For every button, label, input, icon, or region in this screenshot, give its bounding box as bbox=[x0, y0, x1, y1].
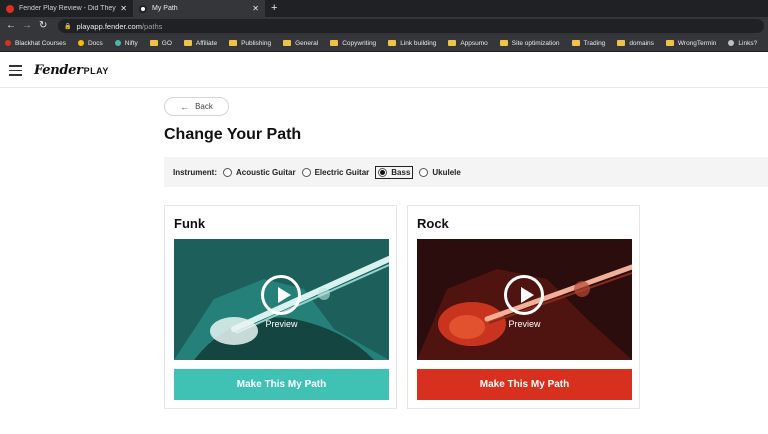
bookmark-item[interactable]: Docs bbox=[77, 40, 103, 47]
instrument-selector: Instrument: Acoustic Guitar Electric Gui… bbox=[164, 157, 768, 187]
radio-button-icon bbox=[419, 167, 429, 177]
browser-tab-fender-review[interactable]: Fender Play Review - Did They Fi ✕ bbox=[0, 0, 133, 17]
lock-icon: 🔒 bbox=[64, 23, 72, 30]
back-button[interactable]: ← Back bbox=[164, 97, 229, 116]
bookmark-item[interactable]: Blackhat Courses bbox=[5, 40, 66, 47]
back-arrow-icon[interactable]: ← bbox=[6, 19, 16, 33]
card-title: Funk bbox=[174, 216, 206, 231]
preview-label: Preview bbox=[265, 319, 298, 329]
forward-arrow-icon[interactable]: → bbox=[22, 19, 32, 33]
bookmark-folder[interactable]: Link building bbox=[388, 40, 436, 47]
make-this-my-path-button-funk[interactable]: Make This My Path bbox=[174, 369, 389, 400]
folder-icon bbox=[283, 40, 292, 46]
bookmark-folder[interactable]: Appsumo bbox=[448, 40, 488, 47]
fender-play-logo[interactable]: FenderPLAY bbox=[34, 63, 109, 78]
tab-title: Fender Play Review - Did They Fi bbox=[19, 5, 117, 12]
bookmark-folder[interactable]: Publishing bbox=[229, 40, 271, 47]
bookmark-folder[interactable]: domains bbox=[617, 40, 654, 47]
folder-icon bbox=[499, 40, 508, 46]
bookmark-item[interactable]: Nifty bbox=[114, 40, 138, 47]
radio-electric-guitar[interactable]: Electric Guitar bbox=[301, 167, 369, 177]
folder-icon bbox=[149, 40, 158, 46]
instrument-label: Instrument: bbox=[173, 167, 217, 177]
radio-acoustic-guitar[interactable]: Acoustic Guitar bbox=[223, 167, 296, 177]
radio-button-icon bbox=[223, 167, 232, 177]
close-tab-icon[interactable]: ✕ bbox=[120, 4, 127, 13]
rock-preview-video[interactable]: Preview bbox=[417, 239, 632, 360]
new-tab-button[interactable]: + bbox=[271, 1, 277, 15]
bookmarks-bar: Blackhat Courses Docs Nifty GO Affiliate… bbox=[0, 35, 768, 52]
folder-icon bbox=[571, 40, 580, 46]
bookmark-folder[interactable]: Trading bbox=[571, 40, 605, 47]
reload-icon[interactable]: ↻ bbox=[39, 19, 47, 33]
bookmark-favicon-icon bbox=[5, 40, 11, 46]
path-card-funk: Funk Preview Make This My Path bbox=[164, 205, 397, 409]
hamburger-menu-icon[interactable] bbox=[9, 65, 22, 76]
radio-button-checked-icon bbox=[378, 167, 388, 177]
preview-label: Preview bbox=[508, 319, 541, 329]
play-icon[interactable] bbox=[504, 275, 544, 315]
bookmark-favicon-icon bbox=[114, 40, 121, 46]
arrow-left-icon: ← bbox=[180, 101, 190, 112]
tab-title: My Path bbox=[152, 5, 178, 12]
radio-bass[interactable]: Bass bbox=[375, 165, 414, 179]
radio-button-icon bbox=[301, 167, 311, 177]
url-host: playapp.fender.com bbox=[76, 21, 142, 31]
bookmark-folder[interactable]: General bbox=[283, 40, 318, 47]
folder-icon bbox=[229, 40, 238, 46]
play-icon[interactable] bbox=[261, 275, 301, 315]
url-path: /paths bbox=[141, 21, 163, 31]
bookmark-folder[interactable]: WrongTermin bbox=[665, 40, 716, 47]
make-this-my-path-button-rock[interactable]: Make This My Path bbox=[417, 369, 632, 400]
bookmark-folder[interactable]: GO bbox=[149, 40, 172, 47]
globe-icon bbox=[728, 40, 735, 46]
path-card-rock: Rock Preview Make This My Path bbox=[407, 205, 640, 409]
folder-icon bbox=[183, 40, 192, 46]
browser-tab-my-path[interactable]: My Path ✕ bbox=[133, 0, 265, 17]
favicon-icon bbox=[139, 4, 147, 13]
folder-icon bbox=[448, 40, 457, 46]
folder-icon bbox=[665, 40, 674, 46]
folder-icon bbox=[388, 40, 397, 46]
favicon-icon bbox=[6, 4, 14, 13]
address-bar: ← → ↻ 🔒 playapp.fender.com/paths bbox=[0, 17, 768, 35]
bookmark-folder[interactable]: Affiliate bbox=[183, 40, 217, 47]
close-tab-icon[interactable]: ✕ bbox=[252, 4, 259, 13]
radio-ukulele[interactable]: Ukulele bbox=[419, 167, 461, 177]
bookmark-item[interactable]: Links? bbox=[728, 40, 757, 47]
folder-icon bbox=[330, 40, 339, 46]
browser-tab-bar: Fender Play Review - Did They Fi ✕ My Pa… bbox=[0, 0, 768, 17]
bookmark-folder[interactable]: Copywriting bbox=[330, 40, 376, 47]
app-header: FenderPLAY bbox=[0, 52, 768, 88]
bookmark-folder[interactable]: Site optimization bbox=[499, 40, 560, 47]
bookmark-favicon-icon bbox=[77, 40, 84, 46]
page-title: Change Your Path bbox=[164, 126, 302, 143]
folder-icon bbox=[617, 40, 626, 46]
funk-preview-video[interactable]: Preview bbox=[174, 239, 389, 360]
card-title: Rock bbox=[417, 216, 449, 231]
back-label: Back bbox=[195, 102, 213, 111]
url-field[interactable]: 🔒 playapp.fender.com/paths bbox=[58, 19, 764, 33]
